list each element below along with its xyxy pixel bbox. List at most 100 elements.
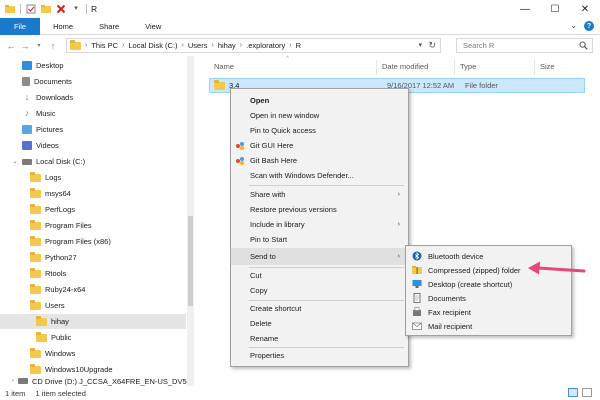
sidebar-item-python27[interactable]: Python27 (0, 250, 186, 265)
delete-icon[interactable] (56, 4, 66, 14)
breadcrumb-exploratory[interactable]: .exploratory (246, 41, 285, 50)
submenu-item-desktop[interactable]: Desktop (create shortcut) (406, 277, 571, 291)
expand-ribbon-icon[interactable]: ⌄ (570, 21, 577, 31)
menu-item-scan-defender[interactable]: Scan with Windows Defender... (231, 168, 408, 183)
up-arrow-icon[interactable]: ↑ (46, 41, 60, 51)
expand-chevron-icon[interactable]: ⌄ (12, 158, 18, 165)
sidebar-item-local-disk[interactable]: ⌄ Local Disk (C:) (0, 154, 186, 169)
address-dropdown-icon[interactable]: ▾ (418, 41, 422, 49)
menu-item-cut[interactable]: Cut (231, 268, 408, 283)
sidebar-item-users[interactable]: Users (0, 298, 186, 313)
submenu-item-documents[interactable]: Documents (406, 291, 571, 305)
details-view-icon[interactable] (568, 388, 578, 397)
properties-icon[interactable] (26, 4, 36, 14)
menu-item-git-gui[interactable]: Git GUI Here (231, 138, 408, 153)
tab-view[interactable]: View (132, 18, 174, 35)
status-selected-count: 1 item selected (35, 388, 86, 398)
sidebar-item-label: Public (51, 333, 72, 342)
new-folder-icon[interactable] (41, 4, 51, 14)
sort-indicator-icon: ^ (286, 56, 289, 62)
nav-scrollbar-thumb[interactable] (188, 216, 193, 306)
menu-item-delete[interactable]: Delete (231, 316, 408, 331)
menu-item-rename[interactable]: Rename (231, 331, 408, 346)
file-type: File folder (465, 81, 498, 90)
documents-icon (22, 77, 30, 86)
sidebar-item-public[interactable]: Public (0, 330, 186, 345)
zip-folder-icon (412, 265, 422, 275)
sidebar-item-hihay[interactable]: hihay (0, 314, 186, 329)
breadcrumb-r[interactable]: R (296, 41, 301, 50)
column-header-size[interactable]: Size (540, 62, 555, 71)
menu-item-open[interactable]: Open (231, 93, 408, 108)
folder-icon (36, 315, 47, 326)
bluetooth-icon (412, 251, 422, 261)
maximize-button[interactable]: ☐ (540, 0, 570, 18)
menu-item-restore-previous-versions[interactable]: Restore previous versions (231, 202, 408, 217)
breadcrumb-local-disk[interactable]: Local Disk (C:) (128, 41, 177, 50)
help-icon[interactable]: ? (584, 21, 594, 31)
sidebar-item-label: Local Disk (C:) (36, 157, 86, 166)
menu-item-send-to[interactable]: Send to › (231, 248, 408, 265)
menu-item-open-in-new-window[interactable]: Open in new window (231, 108, 408, 123)
breadcrumb-this-pc[interactable]: This PC (91, 41, 118, 50)
search-placeholder: Search R (463, 41, 495, 50)
submenu-item-mail[interactable]: Mail recipient (406, 319, 571, 333)
menu-item-share-with[interactable]: Share with › (231, 187, 408, 202)
menu-item-create-shortcut[interactable]: Create shortcut (231, 301, 408, 316)
menu-item-pin-to-start[interactable]: Pin to Start (231, 232, 408, 247)
sidebar-item-program-files[interactable]: Program Files (0, 218, 186, 233)
menu-item-label: Git Bash Here (250, 156, 298, 165)
customize-toolbar-icon[interactable]: ▾ (71, 4, 81, 14)
sidebar-item-pictures[interactable]: Pictures (0, 122, 186, 137)
column-header-type[interactable]: Type (460, 62, 476, 71)
minimize-button[interactable]: — (510, 0, 540, 18)
expand-chevron-icon[interactable]: › (12, 378, 14, 384)
sidebar-item-msys64[interactable]: msys64 (0, 186, 186, 201)
menu-item-pin-quick-access[interactable]: Pin to Quick access (231, 123, 408, 138)
close-button[interactable]: ✕ (570, 0, 600, 18)
sidebar-item-ruby24-x64[interactable]: Ruby24-x64 (0, 282, 186, 297)
tab-home[interactable]: Home (40, 18, 86, 35)
chevron-right-icon: › (397, 191, 400, 198)
recent-locations-icon[interactable]: ▾ (32, 42, 46, 49)
search-input[interactable]: Search R (456, 38, 593, 53)
sidebar-item-rtools[interactable]: Rtools (0, 266, 186, 281)
drive-icon (22, 158, 32, 165)
nav-scrollbar[interactable] (187, 56, 194, 386)
address-row: ← → ▾ ↑ › This PC › Local Disk (C:) › Us… (0, 35, 600, 56)
sidebar-item-music[interactable]: ♪ Music (0, 106, 186, 121)
back-arrow-icon[interactable]: ← (4, 41, 18, 51)
column-header-date-modified[interactable]: Date modified (382, 62, 428, 71)
git-icon (235, 141, 245, 151)
sidebar-item-label: Program Files (x86) (45, 237, 111, 246)
tab-file[interactable]: File (0, 17, 41, 35)
sidebar-item-downloads[interactable]: ↓ Downloads (0, 90, 186, 105)
menu-item-include-in-library[interactable]: Include in library › (231, 217, 408, 232)
menu-item-git-bash[interactable]: Git Bash Here (231, 153, 408, 168)
menu-item-label: Delete (250, 319, 272, 328)
folder-icon (30, 299, 41, 310)
column-header-name[interactable]: Name (214, 62, 234, 71)
menu-item-copy[interactable]: Copy (231, 283, 408, 298)
forward-arrow-icon[interactable]: → (18, 41, 32, 51)
sidebar-item-desktop[interactable]: Desktop (0, 58, 186, 73)
submenu-item-fax[interactable]: Fax recipient (406, 305, 571, 319)
address-bar[interactable]: › This PC › Local Disk (C:) › Users › hi… (66, 38, 441, 53)
sidebar-item-perflogs[interactable]: PerfLogs (0, 202, 186, 217)
search-icon (579, 41, 588, 50)
sidebar-item-documents[interactable]: Documents (0, 74, 186, 89)
folder-icon (70, 39, 81, 50)
tab-share[interactable]: Share (86, 18, 132, 35)
large-icons-view-icon[interactable] (582, 388, 592, 397)
menu-item-properties[interactable]: Properties (231, 348, 408, 363)
sidebar-item-program-files-x86[interactable]: Program Files (x86) (0, 234, 186, 249)
chevron-right-icon: › (397, 253, 400, 260)
sidebar-item-label: Users (45, 301, 65, 310)
sidebar-item-windows[interactable]: Windows (0, 346, 186, 361)
sidebar-item-logs[interactable]: Logs (0, 170, 186, 185)
breadcrumb-users[interactable]: Users (188, 41, 208, 50)
sidebar-item-videos[interactable]: Videos (0, 138, 186, 153)
menu-item-label: Include in library (250, 220, 305, 229)
breadcrumb-hihay[interactable]: hihay (218, 41, 236, 50)
refresh-icon[interactable]: ↻ (428, 40, 436, 51)
